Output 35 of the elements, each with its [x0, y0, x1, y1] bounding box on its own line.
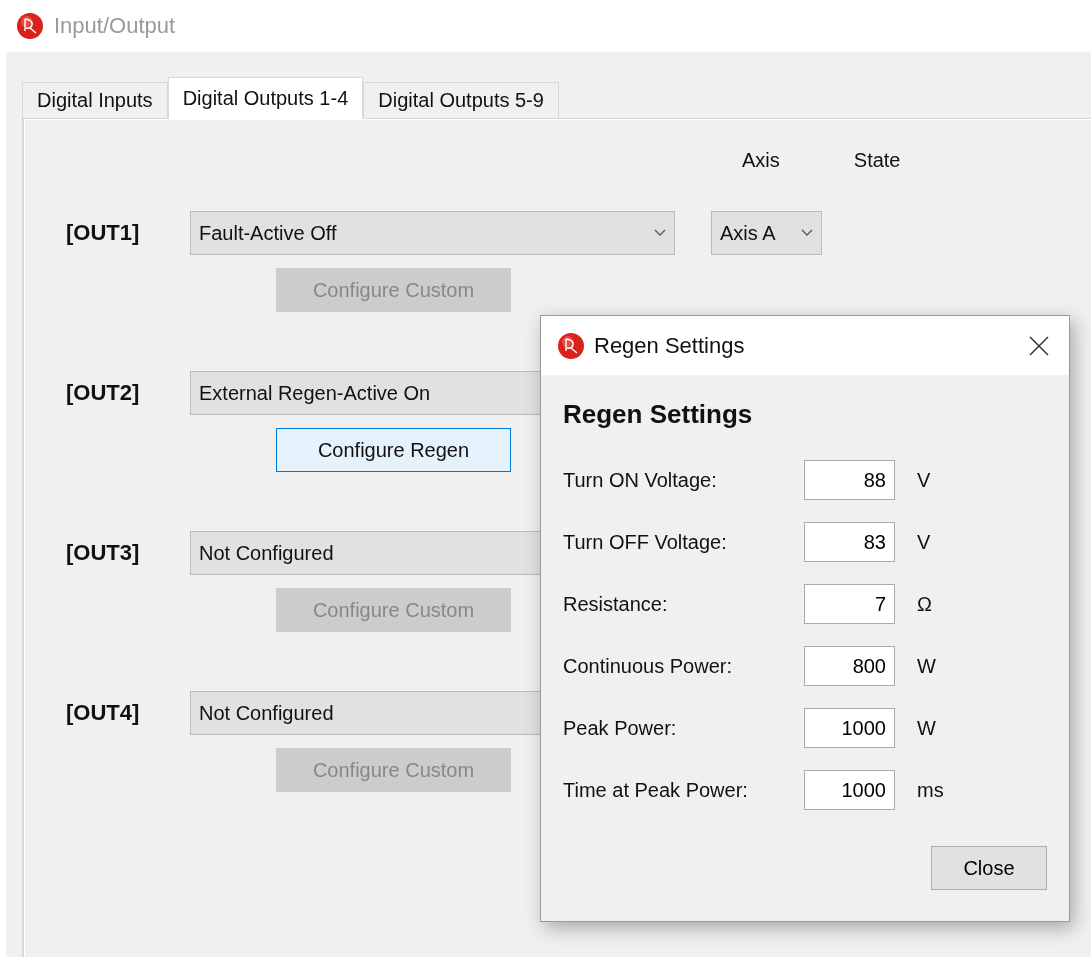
close-icon[interactable]	[1029, 335, 1049, 356]
column-header: State	[853, 149, 901, 173]
tab[interactable]: Digital Outputs 1-4	[167, 77, 364, 119]
value-field[interactable]: 800	[804, 646, 895, 686]
tab[interactable]: Digital Inputs	[22, 82, 168, 118]
value-field[interactable]: 1000	[804, 770, 895, 810]
field-label: Resistance:	[563, 592, 669, 616]
dialog-title: Regen Settings	[594, 332, 746, 359]
output-label: [OUT1]	[66, 220, 141, 246]
output-label: [OUT3]	[66, 540, 141, 566]
unit-label: W	[917, 716, 937, 740]
function-dropdown[interactable]: Fault-Active Off	[190, 211, 675, 255]
axis-dropdown[interactable]: Axis A	[711, 211, 822, 255]
value-field[interactable]: 88	[804, 460, 895, 500]
field-label: Turn ON Voltage:	[563, 468, 718, 492]
unit-label: V	[917, 468, 932, 492]
unit-label: V	[917, 530, 932, 554]
unit-label: W	[917, 654, 937, 678]
value-field[interactable]: 83	[804, 522, 895, 562]
close-button[interactable]: Close	[931, 846, 1047, 890]
window-title: Input/Output	[54, 13, 176, 39]
output-label: [OUT4]	[66, 700, 141, 726]
value-field[interactable]: 1000	[804, 708, 895, 748]
chevron-icon	[801, 229, 813, 237]
logo-icon	[557, 331, 585, 360]
column-header: Axis	[742, 149, 780, 173]
logo-icon	[16, 12, 44, 40]
field-label: Time at Peak Power:	[563, 778, 749, 802]
output-label: [OUT2]	[66, 380, 141, 406]
value-field[interactable]: 7	[804, 584, 895, 624]
unit-label: ms	[917, 778, 945, 802]
configure-button[interactable]: Configure Regen	[276, 428, 511, 472]
unit-label: Ω	[917, 592, 933, 616]
tab[interactable]: Digital Outputs 5-9	[363, 82, 559, 118]
field-label: Continuous Power:	[563, 654, 733, 678]
